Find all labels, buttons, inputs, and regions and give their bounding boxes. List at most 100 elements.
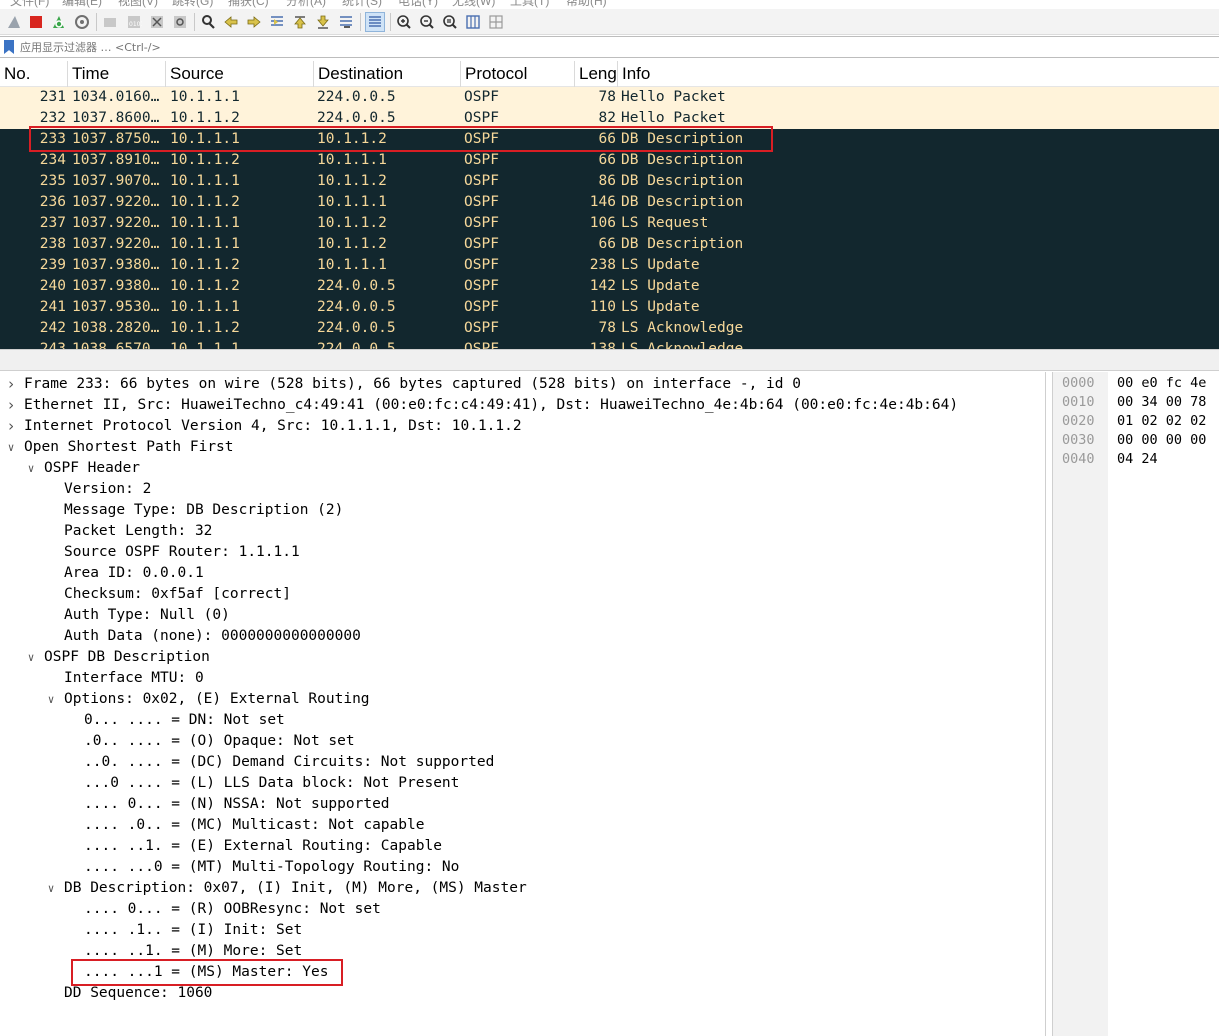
menu-item[interactable]: 帮助(H) — [566, 0, 607, 9]
tree-row[interactable]: .... 0... = (R) OOBResync: Not set — [0, 899, 1040, 920]
menu-item[interactable]: 文件(F) — [10, 0, 49, 9]
bytes-row[interactable]: 0020 01 02 02 02 — [1053, 412, 1219, 431]
pane-splitter[interactable] — [0, 349, 1219, 371]
capture-options-button[interactable] — [72, 12, 92, 32]
open-file-icon[interactable] — [100, 12, 120, 32]
tree-row[interactable]: DD Sequence: 1060 — [0, 983, 1040, 1004]
expand-chevron-icon[interactable] — [44, 689, 58, 710]
packet-row[interactable]: 232 1037.8600… 10.1.1.2 224.0.0.5 OSPF 82 Hell… — [0, 108, 1219, 129]
packet-row[interactable]: 236 1037.9220… 10.1.1.2 10.1.1.1 OSPF 146 DB D… — [0, 192, 1219, 213]
zoom-normal-icon[interactable] — [440, 12, 460, 32]
go-to-packet-icon[interactable] — [267, 12, 287, 32]
menu-item[interactable]: 捕获(C) — [228, 0, 269, 9]
packet-cell-time: 1037.8600… — [72, 110, 160, 126]
go-back-icon[interactable] — [221, 12, 241, 32]
column-header-no[interactable]: No. — [0, 61, 68, 87]
zoom-in-icon[interactable] — [394, 12, 414, 32]
go-first-icon[interactable] — [290, 12, 310, 32]
resize-columns-icon[interactable] — [463, 12, 483, 32]
tree-row[interactable]: Frame 233: 66 bytes on wire (528 bits), … — [0, 374, 1040, 395]
display-filter-input[interactable] — [20, 39, 1210, 55]
packet-row[interactable]: 240 1037.9380… 10.1.1.2 224.0.0.5 OSPF 142 LS … — [0, 276, 1219, 297]
tree-row[interactable]: .... ...0 = (MT) Multi-Topology Routing:… — [0, 857, 1040, 878]
expand-chevron-icon[interactable] — [44, 878, 58, 899]
tree-row[interactable]: .... ..1. = (E) External Routing: Capabl… — [0, 836, 1040, 857]
auto-scroll-icon[interactable] — [336, 12, 356, 32]
tree-row[interactable]: Interface MTU: 0 — [0, 668, 1040, 689]
menu-item[interactable]: 视图(V) — [118, 0, 158, 9]
tree-row-master-flag[interactable]: .... ...1 = (MS) Master: Yes — [0, 962, 1040, 983]
collapse-chevron-icon[interactable] — [4, 395, 18, 416]
menu-item[interactable]: 无线(W) — [452, 0, 495, 9]
stop-capture-button[interactable] — [26, 12, 46, 32]
zoom-out-icon[interactable] — [417, 12, 437, 32]
tree-row[interactable]: DB Description: 0x07, (I) Init, (M) More… — [0, 878, 1040, 899]
tree-row[interactable]: 0... .... = DN: Not set — [0, 710, 1040, 731]
tree-row[interactable]: Internet Protocol Version 4, Src: 10.1.1… — [0, 416, 1040, 437]
expand-chevron-icon[interactable] — [24, 647, 38, 668]
column-header-source[interactable]: Source — [166, 61, 314, 87]
bytes-row[interactable]: 0010 00 34 00 78 — [1053, 393, 1219, 412]
menu-item[interactable]: 电话(Y) — [398, 0, 438, 9]
tree-row[interactable]: Checksum: 0xf5af [correct] — [0, 584, 1040, 605]
close-file-icon[interactable] — [147, 12, 167, 32]
column-header-length[interactable]: Leng — [575, 61, 618, 87]
go-forward-icon[interactable] — [244, 12, 264, 32]
tree-row[interactable]: .... .0.. = (MC) Multicast: Not capable — [0, 815, 1040, 836]
bytes-row[interactable]: 0040 04 24 — [1053, 450, 1219, 469]
collapse-chevron-icon[interactable] — [4, 374, 18, 395]
go-last-icon[interactable] — [313, 12, 333, 32]
tree-row[interactable]: .0.. .... = (O) Opaque: Not set — [0, 731, 1040, 752]
tree-row[interactable]: Auth Data (none): 0000000000000000 — [0, 626, 1040, 647]
bytes-row[interactable]: 0030 00 00 00 00 — [1053, 431, 1219, 450]
tree-row[interactable]: OSPF DB Description — [0, 647, 1040, 668]
column-header-info[interactable]: Info — [618, 61, 1219, 87]
layout-icon[interactable] — [486, 12, 506, 32]
menu-item[interactable]: 统计(S) — [342, 0, 382, 9]
column-header-time[interactable]: Time — [68, 61, 166, 87]
packet-row[interactable]: 234 1037.8910… 10.1.1.2 10.1.1.1 OSPF 66 DB De… — [0, 150, 1219, 171]
tree-row[interactable]: OSPF Header — [0, 458, 1040, 479]
packet-row[interactable]: 235 1037.9070… 10.1.1.1 10.1.1.2 OSPF 86 DB De… — [0, 171, 1219, 192]
tree-row[interactable]: Version: 2 — [0, 479, 1040, 500]
menu-item[interactable]: 分析(A) — [286, 0, 326, 9]
packet-row[interactable]: 239 1037.9380… 10.1.1.2 10.1.1.1 OSPF 238 LS U… — [0, 255, 1219, 276]
shark-fin-start-icon[interactable] — [4, 12, 24, 32]
packet-row[interactable]: 231 1034.0160… 10.1.1.1 224.0.0.5 OSPF 78 Hell… — [0, 87, 1219, 108]
save-file-icon[interactable]: 0101 — [124, 12, 144, 32]
tree-row[interactable]: Packet Length: 32 — [0, 521, 1040, 542]
bytes-row[interactable]: 0000 00 e0 fc 4e — [1053, 374, 1219, 393]
packet-row-selected[interactable]: 233 1037.8750… 10.1.1.1 10.1.1.2 OSPF 66 DB De… — [0, 129, 1219, 150]
reload-file-icon[interactable] — [170, 12, 190, 32]
tree-row[interactable]: Area ID: 0.0.0.1 — [0, 563, 1040, 584]
tree-row[interactable]: Open Shortest Path First — [0, 437, 1040, 458]
tree-row[interactable]: Ethernet II, Src: HuaweiTechno_c4:49:41 … — [0, 395, 1040, 416]
expand-chevron-icon[interactable] — [4, 437, 18, 458]
menu-item[interactable]: 编辑(E) — [62, 0, 102, 9]
tree-row[interactable]: Message Type: DB Description (2) — [0, 500, 1040, 521]
column-header-destination[interactable]: Destination — [314, 61, 461, 87]
packet-row[interactable]: 243 1038.6570… 10.1.1.1 224.0.0.5 OSPF 138 LS … — [0, 339, 1219, 349]
tree-row[interactable]: ..0. .... = (DC) Demand Circuits: Not su… — [0, 752, 1040, 773]
menu-item[interactable]: 跳转(G) — [172, 0, 213, 9]
tree-row[interactable]: Auth Type: Null (0) — [0, 605, 1040, 626]
restart-capture-button[interactable] — [48, 12, 68, 32]
packet-row[interactable]: 238 1037.9220… 10.1.1.1 10.1.1.2 OSPF 66 DB De… — [0, 234, 1219, 255]
tree-row[interactable]: Options: 0x02, (E) External Routing — [0, 689, 1040, 710]
packet-cell-time: 1037.8910… — [72, 152, 160, 168]
find-packet-icon[interactable] — [198, 12, 218, 32]
tree-row[interactable]: .... 0... = (N) NSSA: Not supported — [0, 794, 1040, 815]
collapse-chevron-icon[interactable] — [4, 416, 18, 437]
tree-row[interactable]: ...0 .... = (L) LLS Data block: Not Pres… — [0, 773, 1040, 794]
packet-row[interactable]: 241 1037.9530… 10.1.1.1 224.0.0.5 OSPF 110 LS … — [0, 297, 1219, 318]
tree-row[interactable]: .... ..1. = (M) More: Set — [0, 941, 1040, 962]
column-header-protocol[interactable]: Protocol — [461, 61, 575, 87]
bookmark-icon[interactable] — [4, 40, 14, 54]
tree-row[interactable]: .... .1.. = (I) Init: Set — [0, 920, 1040, 941]
tree-row[interactable]: Source OSPF Router: 1.1.1.1 — [0, 542, 1040, 563]
menu-item[interactable]: 工具(T) — [510, 0, 549, 9]
colorize-icon[interactable] — [365, 12, 385, 32]
packet-row[interactable]: 237 1037.9220… 10.1.1.1 10.1.1.2 OSPF 106 LS R… — [0, 213, 1219, 234]
packet-row[interactable]: 242 1038.2820… 10.1.1.2 224.0.0.5 OSPF 78 LS A… — [0, 318, 1219, 339]
expand-chevron-icon[interactable] — [24, 458, 38, 479]
